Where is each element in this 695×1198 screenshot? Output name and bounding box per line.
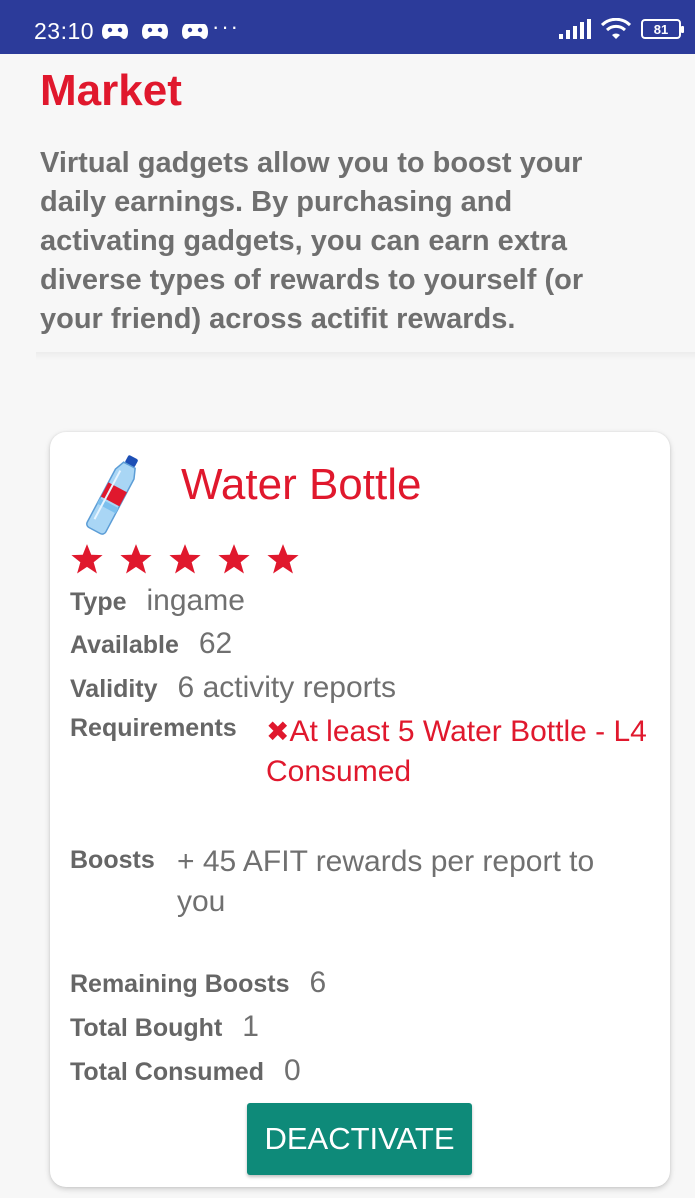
star-icon [169,544,201,574]
remaining-boosts-value: 6 [309,966,327,999]
validity-value: 6 activity reports [177,671,396,704]
star-icon [71,544,103,574]
total-bought-value: 1 [242,1010,259,1043]
star-icon [218,544,250,574]
water-bottle-icon [86,455,138,535]
requirements-label: Requirements [70,714,237,742]
requirements-value: ✖At least 5 Water Bottle - L4 Consumed [266,712,656,792]
market-description: Virtual gadgets allow you to boost your … [40,147,584,335]
total-bought-row: Total Bought 1 [70,1010,259,1044]
game-controller-icon [142,24,168,39]
star-icon [267,544,299,574]
validity-row: Validity 6 activity reports [70,671,396,705]
gadget-name: Water Bottle [181,460,422,509]
available-value: 62 [198,627,233,660]
more-notifications-icon: ··· [212,14,240,39]
total-bought-label: Total Bought [70,1014,223,1042]
requirements-row: Requirements [70,714,237,743]
gadget-card: Water Bottle Type ingame Available 62 Va… [50,432,670,1187]
total-consumed-label: Total Consumed [70,1058,264,1086]
boosts-label: Boosts [70,846,155,874]
type-label: Type [70,588,127,616]
star-icon [120,544,152,574]
page-title: Market [40,66,182,115]
notification-icons [102,22,208,40]
deactivate-button[interactable]: DEACTIVATE [247,1103,472,1175]
wifi-icon [601,18,631,39]
unmet-cross-icon: ✖ [266,716,290,747]
requirements-text: At least 5 Water Bottle - L4 Consumed [266,715,647,788]
status-bar: 23:10 ··· 81 [0,0,695,54]
available-label: Available [70,631,179,659]
rating-stars [70,542,300,576]
total-consumed-value: 0 [283,1054,301,1087]
validity-label: Validity [70,675,158,703]
system-icons: 81 [559,18,684,40]
status-time: 23:10 [34,18,95,44]
available-row: Available 62 [70,627,232,661]
game-controller-icon [182,24,208,39]
game-controller-icon [102,24,128,39]
remaining-boosts-label: Remaining Boosts [70,970,290,998]
signal-icon [559,19,591,39]
type-row: Type ingame [70,584,245,618]
divider [36,352,695,360]
battery-icon: 81 [641,19,684,39]
boosts-value: + 45 AFIT rewards per report to you [177,845,595,918]
total-consumed-row: Total Consumed 0 [70,1054,301,1088]
battery-level: 81 [653,21,669,37]
type-value: ingame [146,584,245,617]
boosts-row: Boosts [70,846,155,875]
remaining-boosts-row: Remaining Boosts 6 [70,966,326,1000]
